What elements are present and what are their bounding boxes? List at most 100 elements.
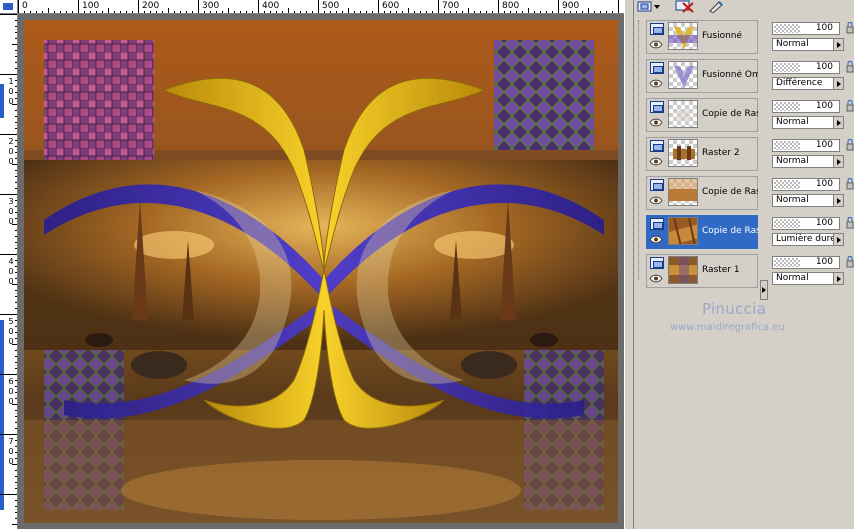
ruler-left-label: 3: [8, 197, 14, 206]
layer-name: Copie de Rast: [702, 109, 758, 119]
layer-thumbnail: [668, 139, 698, 167]
layer-type-icon: [650, 140, 664, 152]
eye-icon[interactable]: [649, 196, 663, 205]
dropdown-arrow-icon[interactable]: [833, 39, 843, 50]
ruler-left-label: 6: [8, 377, 14, 386]
ruler-left-label: 0: [8, 97, 14, 106]
ruler-top-label: 400: [262, 1, 280, 11]
panel-divider[interactable]: [624, 0, 634, 529]
ruler-left-label: 0: [8, 457, 14, 466]
ruler-left-label: 0: [8, 87, 14, 96]
eye-icon[interactable]: [649, 118, 663, 127]
opacity-slider[interactable]: 100: [772, 217, 840, 230]
delete-layer-icon[interactable]: [674, 0, 696, 13]
blend-mode-select[interactable]: Normal: [772, 272, 844, 285]
blend-mode-select[interactable]: Lumière dure: [772, 233, 844, 246]
ruler-top-label: 0: [22, 1, 28, 11]
ruler-top-label: 600: [382, 1, 400, 11]
ruler-top-label: 900: [562, 1, 580, 11]
opacity-slider[interactable]: 100: [772, 256, 840, 269]
ruler-left-label: 0: [8, 337, 14, 346]
layer-row[interactable]: Copie de Rast: [646, 214, 760, 253]
layer-row[interactable]: Raster 2: [646, 136, 760, 175]
ruler-top-label: 200: [142, 1, 160, 11]
eye-icon[interactable]: [649, 157, 663, 166]
artwork-graphic: [24, 20, 618, 523]
ruler-left-label: 7: [8, 437, 14, 446]
layer-name: Copie de Rast: [702, 226, 758, 236]
lock-icon[interactable]: [846, 177, 854, 191]
blend-mode-select[interactable]: Normal: [772, 155, 844, 168]
blend-mode-value: Normal: [776, 195, 809, 205]
ruler-left-label: 4: [8, 257, 14, 266]
opacity-value: 100: [815, 101, 833, 111]
blend-mode-value: Normal: [776, 117, 809, 127]
layer-name: Fusionné: [702, 31, 743, 41]
layer-type-icon: [650, 23, 664, 35]
layer-type-icon: [650, 62, 664, 74]
eye-icon[interactable]: [649, 274, 663, 283]
layer-type-icon: [650, 257, 664, 269]
layer-name: Fusionné Oml: [702, 70, 758, 80]
layer-row[interactable]: Fusionné: [646, 19, 760, 58]
dropdown-arrow-icon[interactable]: [833, 195, 843, 206]
layer-row[interactable]: Copie de Rast: [646, 97, 760, 136]
ruler-left-label: 0: [8, 397, 14, 406]
layer-thumbnail: [668, 100, 698, 128]
layer-row[interactable]: Raster 1: [646, 253, 760, 292]
opacity-slider[interactable]: 100: [772, 61, 840, 74]
layer-type-icon: [650, 218, 664, 230]
layer-thumbnail: [668, 22, 698, 50]
layer-row[interactable]: Fusionné Oml: [646, 58, 760, 97]
ruler-corner: [0, 0, 18, 14]
layers-toolbar: [634, 0, 854, 14]
blend-mode-select[interactable]: Normal: [772, 194, 844, 207]
dropdown-arrow-icon[interactable]: [833, 234, 843, 245]
layers-list: Fusionné Fusionné Oml Copie de Rast: [646, 19, 760, 292]
blend-mode-value: Normal: [776, 156, 809, 166]
eye-icon[interactable]: [649, 235, 663, 244]
layer-props-row: 100 Différence: [772, 58, 854, 97]
artwork-image[interactable]: [24, 20, 618, 523]
lock-icon[interactable]: [846, 216, 854, 230]
layer-props-row: 100 Normal: [772, 19, 854, 58]
ruler-top-label: 100: [82, 1, 100, 11]
lock-icon[interactable]: [846, 21, 854, 35]
ruler-left-label: 0: [8, 217, 14, 226]
eye-icon[interactable]: [649, 79, 663, 88]
ruler-top-label: 500: [322, 1, 340, 11]
image-canvas[interactable]: [18, 14, 624, 529]
opacity-slider[interactable]: 100: [772, 100, 840, 113]
ruler-left-label: 0: [8, 147, 14, 156]
layer-props-row: 100 Lumière dure: [772, 214, 854, 253]
lock-icon[interactable]: [846, 99, 854, 113]
ruler-top: 0 100 200 300 400 500 600 700 800 900: [18, 0, 624, 14]
lock-icon[interactable]: [846, 60, 854, 74]
opacity-slider[interactable]: 100: [772, 178, 840, 191]
lock-icon[interactable]: [846, 138, 854, 152]
new-layer-icon[interactable]: [636, 0, 662, 13]
layer-name: Raster 2: [702, 148, 740, 158]
watermark-url: www.maidiregrafica.eu: [670, 322, 785, 333]
layer-row[interactable]: Copie de Rast: [646, 175, 760, 214]
dropdown-arrow-icon[interactable]: [833, 156, 843, 167]
dropdown-arrow-icon[interactable]: [833, 273, 843, 284]
ruler-left-label: 0: [8, 267, 14, 276]
ruler-left-label: 0: [8, 327, 14, 336]
ruler-top-ticks: [18, 0, 619, 13]
layer-name: Raster 1: [702, 265, 740, 275]
dropdown-arrow-icon[interactable]: [833, 117, 843, 128]
palette-expand-button[interactable]: [760, 280, 768, 300]
opacity-slider[interactable]: 100: [772, 22, 840, 35]
opacity-slider[interactable]: 100: [772, 139, 840, 152]
dropdown-arrow-icon[interactable]: [833, 78, 843, 89]
blend-mode-select[interactable]: Différence: [772, 77, 844, 90]
ruler-left-label: 2: [8, 137, 14, 146]
ruler-left-label: 0: [8, 207, 14, 216]
lock-icon[interactable]: [846, 255, 854, 269]
layer-type-icon: [650, 101, 664, 113]
blend-mode-select[interactable]: Normal: [772, 38, 844, 51]
edit-mask-icon[interactable]: [706, 0, 726, 13]
blend-mode-select[interactable]: Normal: [772, 116, 844, 129]
eye-icon[interactable]: [649, 40, 663, 49]
